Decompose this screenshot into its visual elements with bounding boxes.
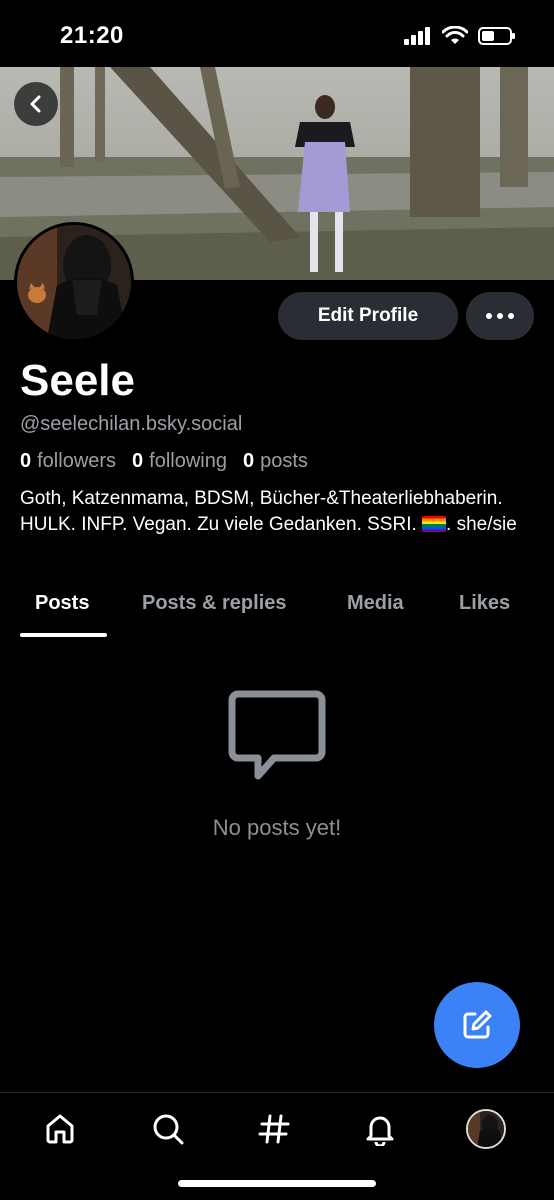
compose-button[interactable]: [434, 982, 520, 1068]
chevron-left-icon: [30, 95, 41, 113]
profile-screen: 21:20 Edit Profile Seele @seelechilan.bs…: [0, 0, 554, 1200]
message-square-icon: [228, 690, 326, 780]
hashtag-icon: [258, 1114, 290, 1144]
battery-icon: [478, 27, 515, 45]
nav-feeds[interactable]: [254, 1109, 294, 1149]
profile-bio: Goth, Katzenmama, BDSM, Bücher-&Theaterl…: [20, 486, 540, 538]
nav-home[interactable]: [40, 1109, 80, 1149]
home-icon: [46, 1114, 74, 1144]
profile-avatar-small: [466, 1109, 506, 1149]
signal-icon: [404, 27, 430, 45]
status-time: 21:20: [60, 22, 124, 49]
bell-icon: [366, 1116, 394, 1146]
active-tab-indicator: [20, 633, 107, 637]
profile-avatar[interactable]: [14, 222, 134, 342]
search-icon: [153, 1114, 184, 1145]
display-name: Seele: [20, 356, 135, 405]
rainbow-flag-icon: [422, 516, 447, 532]
following-stat[interactable]: 0 following: [132, 450, 227, 473]
wifi-icon: [442, 26, 468, 44]
tab-posts-replies[interactable]: Posts & replies: [142, 592, 287, 615]
handle: @seelechilan.bsky.social: [20, 413, 243, 435]
profile-stats: 0 followers 0 following 0 posts: [20, 450, 308, 473]
empty-state-message: No posts yet!: [212, 815, 342, 840]
nav-notifications[interactable]: [360, 1109, 400, 1149]
tab-likes[interactable]: Likes: [459, 592, 510, 615]
edit-profile-button[interactable]: Edit Profile: [278, 292, 458, 340]
profile-tabs: Posts Posts & replies Media Likes: [0, 588, 554, 638]
more-horizontal-icon: [486, 313, 514, 319]
tab-posts[interactable]: Posts: [35, 592, 89, 615]
compose-icon: [463, 1010, 492, 1039]
home-indicator: [178, 1180, 376, 1187]
nav-search[interactable]: [148, 1109, 188, 1149]
more-options-button[interactable]: [466, 292, 534, 340]
status-icons: [404, 26, 516, 46]
tab-media[interactable]: Media: [347, 592, 404, 615]
followers-stat[interactable]: 0 followers: [20, 450, 116, 473]
bio-text-end: . she/sie: [446, 514, 517, 535]
nav-profile[interactable]: [466, 1109, 506, 1149]
posts-stat: 0 posts: [243, 450, 308, 472]
avatar-image: [17, 225, 131, 339]
back-button[interactable]: [14, 82, 58, 126]
